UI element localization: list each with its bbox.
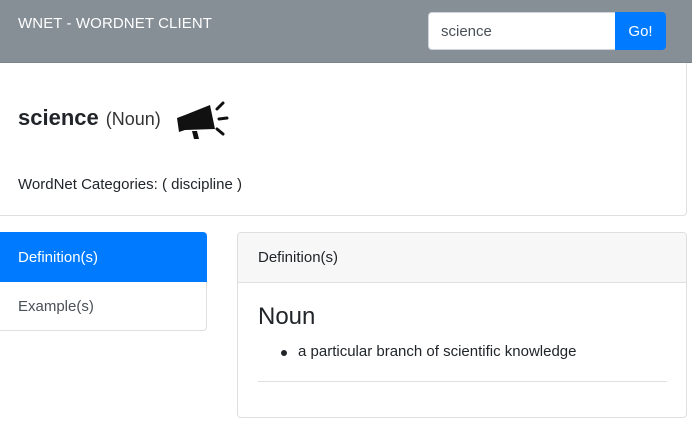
- definitions-card: Definition(s) Noun a particular branch o…: [237, 232, 687, 418]
- section-tabs: Definition(s) Example(s): [0, 232, 207, 331]
- divider: [258, 381, 667, 382]
- definition-list: a particular branch of scientific knowle…: [258, 343, 576, 360]
- tab-definitions[interactable]: Definition(s): [0, 232, 207, 282]
- go-button[interactable]: Go!: [615, 12, 666, 50]
- part-of-speech: (Noun): [105, 109, 161, 129]
- tab-examples[interactable]: Example(s): [0, 282, 207, 331]
- wordnet-categories: WordNet Categories: ( discipline ): [18, 176, 242, 193]
- word-heading: science (Noun): [18, 105, 161, 131]
- word-summary-card: science (Noun) WordNet Categories: ( dis…: [0, 63, 687, 216]
- top-navbar: WNET - WORDNET CLIENT Go!: [0, 0, 692, 63]
- definitions-card-header: Definition(s): [238, 233, 686, 283]
- pos-heading: Noun: [258, 303, 316, 330]
- word-title: science: [18, 105, 99, 130]
- megaphone-icon[interactable]: [175, 101, 229, 141]
- definition-item: a particular branch of scientific knowle…: [258, 343, 576, 360]
- search-input[interactable]: [428, 12, 616, 50]
- app-brand[interactable]: WNET - WORDNET CLIENT: [18, 15, 212, 32]
